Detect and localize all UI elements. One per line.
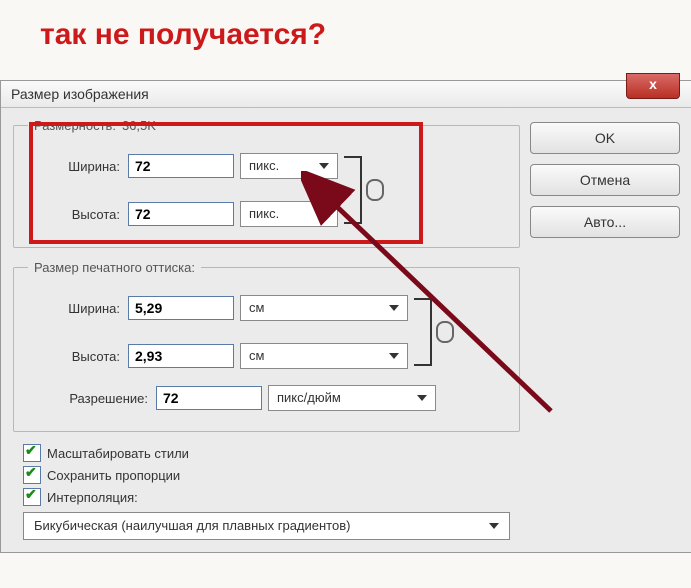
print-width-label: Ширина: bbox=[28, 301, 120, 316]
pixel-dim-size: 36,5K bbox=[122, 118, 156, 133]
resolution-input[interactable] bbox=[156, 386, 262, 410]
resample-label: Интерполяция: bbox=[47, 490, 138, 505]
pixel-width-input[interactable] bbox=[128, 154, 234, 178]
pixel-width-units[interactable]: пикс. bbox=[240, 153, 338, 179]
width-label: Ширина: bbox=[28, 159, 120, 174]
print-width-input[interactable] bbox=[128, 296, 234, 320]
resample-checkbox[interactable] bbox=[23, 488, 41, 506]
pixel-dimensions-group: Размерность: 36,5K Ширина: пикс. bbox=[13, 118, 520, 248]
scale-styles-label: Масштабировать стили bbox=[47, 446, 189, 461]
bracket-icon bbox=[414, 298, 432, 366]
chain-link-icon bbox=[366, 179, 384, 201]
constrain-label: Сохранить пропорции bbox=[47, 468, 180, 483]
constrain-checkbox[interactable] bbox=[23, 466, 41, 484]
cancel-button[interactable]: Отмена bbox=[530, 164, 680, 196]
interpolation-select[interactable]: Бикубическая (наилучшая для плавных град… bbox=[23, 512, 510, 540]
scale-styles-checkbox[interactable] bbox=[23, 444, 41, 462]
close-button[interactable]: x bbox=[626, 73, 680, 99]
title-bar: Размер изображения x bbox=[1, 81, 691, 108]
headline-text: так не получается? bbox=[40, 18, 326, 52]
auto-button[interactable]: Авто... bbox=[530, 206, 680, 238]
pixel-height-units[interactable]: пикс. bbox=[240, 201, 338, 227]
print-width-units[interactable]: см bbox=[240, 295, 408, 321]
print-height-label: Высота: bbox=[28, 349, 120, 364]
image-size-dialog: Размер изображения x Размерность: 36,5K bbox=[0, 80, 691, 553]
print-dimensions-group: Размер печатного оттиска: Ширина: см bbox=[13, 260, 520, 432]
chain-link-icon bbox=[436, 321, 454, 343]
print-height-input[interactable] bbox=[128, 344, 234, 368]
chevron-down-icon bbox=[417, 395, 427, 401]
pixel-height-input[interactable] bbox=[128, 202, 234, 226]
window-title: Размер изображения bbox=[11, 86, 149, 102]
bracket-icon bbox=[344, 156, 362, 224]
chevron-down-icon bbox=[389, 305, 399, 311]
ok-button[interactable]: OK bbox=[530, 122, 680, 154]
print-height-units[interactable]: см bbox=[240, 343, 408, 369]
pixel-dim-legend: Размерность: bbox=[34, 118, 116, 133]
chevron-down-icon bbox=[389, 353, 399, 359]
chevron-down-icon bbox=[489, 523, 499, 529]
resolution-label: Разрешение: bbox=[28, 391, 148, 406]
resolution-units[interactable]: пикс/дюйм bbox=[268, 385, 436, 411]
print-dim-legend: Размер печатного оттиска: bbox=[28, 260, 201, 275]
chevron-down-icon bbox=[319, 163, 329, 169]
height-label: Высота: bbox=[28, 207, 120, 222]
interpolation-value: Бикубическая (наилучшая для плавных град… bbox=[34, 518, 350, 533]
chevron-down-icon bbox=[319, 211, 329, 217]
